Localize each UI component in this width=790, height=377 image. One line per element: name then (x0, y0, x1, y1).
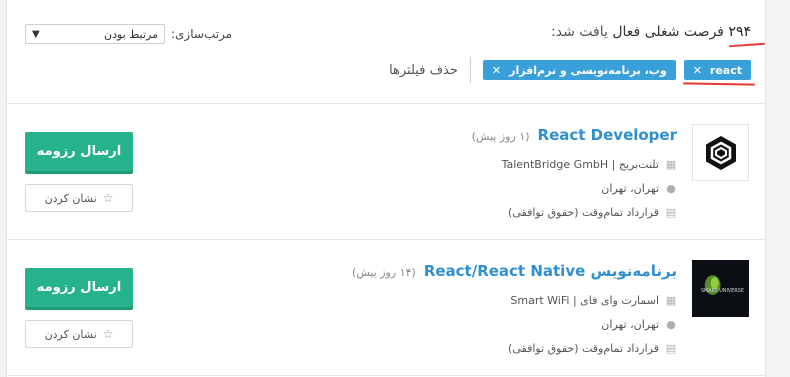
bookmark-button[interactable]: ☆ نشان کردن (25, 184, 133, 212)
send-resume-button[interactable]: ارسال رزومه (25, 132, 133, 174)
close-icon[interactable]: ✕ (492, 64, 501, 77)
company-name[interactable]: تلنت‌بریج | TalentBridge GmbH (502, 158, 659, 171)
job-actions: ارسال رزومه ☆ نشان کردن (25, 268, 133, 348)
scrollbar-track[interactable] (770, 0, 790, 377)
filter-tag-label: وب، برنامه‌نویسی و نرم‌افزار (509, 63, 667, 77)
sort-select[interactable]: مرتبط بودن ▼ (25, 24, 165, 44)
company-name[interactable]: اسمارت وای فای | Smart WiFi (510, 294, 659, 307)
job-title-link[interactable]: برنامه‌نویس React/React Native (424, 262, 677, 280)
results-summary: ۲۹۴ فرصت شغلی فعال یافت شد: (551, 24, 751, 40)
bookmark-button[interactable]: ☆ نشان کردن (25, 320, 133, 348)
location-pin-icon: ● (666, 182, 676, 195)
star-icon: ☆ (102, 191, 114, 205)
hexagon-logo-icon (705, 135, 736, 170)
contract-row: ▤ قرارداد تمام‌وقت (حقوق توافقی) (472, 206, 677, 219)
company-row: ▦ اسمارت وای فای | Smart WiFi (352, 294, 677, 307)
filter-tag-label: react (709, 63, 742, 77)
contract-icon: ▤ (665, 206, 677, 219)
filter-tag-web-programming[interactable]: وب، برنامه‌نویسی و نرم‌افزار ✕ (482, 60, 676, 80)
sort-label: مرتب‌سازی: (171, 27, 233, 41)
svg-text:SMART UNIVERSE: SMART UNIVERSE (701, 287, 744, 293)
job-location: تهران، تهران (601, 318, 659, 331)
job-location: تهران، تهران (601, 182, 659, 195)
summary-found-label: یافت شد: (551, 24, 608, 40)
bookmark-label: نشان کردن (44, 327, 97, 341)
filter-tag-react[interactable]: react ✕ (683, 60, 751, 80)
building-icon: ▦ (665, 158, 677, 171)
posted-time: (۱۴ روز پیش) (352, 266, 416, 279)
bookmark-label: نشان کردن (44, 191, 97, 205)
result-count: ۲۹۴ (728, 24, 751, 40)
job-card: React Developer (۱ روز پیش) ▦ تلنت‌بریج … (7, 106, 767, 240)
job-contract: قرارداد تمام‌وقت (حقوق توافقی) (508, 206, 659, 219)
smart-universe-logo-icon: SMART UNIVERSE (693, 261, 748, 316)
company-logo[interactable]: SMART UNIVERSE (692, 260, 749, 317)
job-actions: ارسال رزومه ☆ نشان کردن (25, 132, 133, 212)
active-filters: react ✕ وب، برنامه‌نویسی و نرم‌افزار ✕ ح… (389, 57, 751, 83)
job-results-panel: ۲۹۴ فرصت شغلی فعال یافت شد: مرتب‌سازی: م… (6, 0, 767, 377)
results-header: ۲۹۴ فرصت شغلی فعال یافت شد: مرتب‌سازی: م… (7, 0, 767, 104)
summary-label: فرصت شغلی فعال (612, 24, 724, 40)
job-info: برنامه‌نویس React/React Native (۱۴ روز پ… (352, 262, 677, 355)
close-icon[interactable]: ✕ (693, 64, 702, 77)
job-info: React Developer (۱ روز پیش) ▦ تلنت‌بریج … (472, 126, 677, 219)
job-contract: قرارداد تمام‌وقت (حقوق توافقی) (508, 342, 659, 355)
company-row: ▦ تلنت‌بریج | TalentBridge GmbH (472, 158, 677, 171)
contract-icon: ▤ (665, 342, 677, 355)
chevron-down-icon: ▼ (32, 28, 40, 40)
location-row: ● تهران، تهران (472, 182, 677, 195)
posted-time: (۱ روز پیش) (471, 130, 530, 143)
building-icon: ▦ (665, 294, 677, 307)
annotation-underline-count (728, 42, 766, 48)
star-icon: ☆ (102, 327, 114, 341)
clear-filters-link[interactable]: حذف فیلترها (389, 63, 458, 78)
divider (469, 57, 471, 83)
sort-control: مرتب‌سازی: مرتبط بودن ▼ (25, 24, 232, 44)
location-row: ● تهران، تهران (352, 318, 677, 331)
contract-row: ▤ قرارداد تمام‌وقت (حقوق توافقی) (352, 342, 677, 355)
sort-selected-value: مرتبط بودن (103, 27, 158, 41)
send-resume-button[interactable]: ارسال رزومه (25, 268, 133, 310)
location-pin-icon: ● (666, 318, 676, 331)
job-card: SMART UNIVERSE برنامه‌نویس React/React N… (7, 242, 767, 376)
job-title-link[interactable]: React Developer (538, 126, 677, 144)
company-logo[interactable] (692, 124, 749, 181)
annotation-underline-filter (682, 82, 756, 86)
